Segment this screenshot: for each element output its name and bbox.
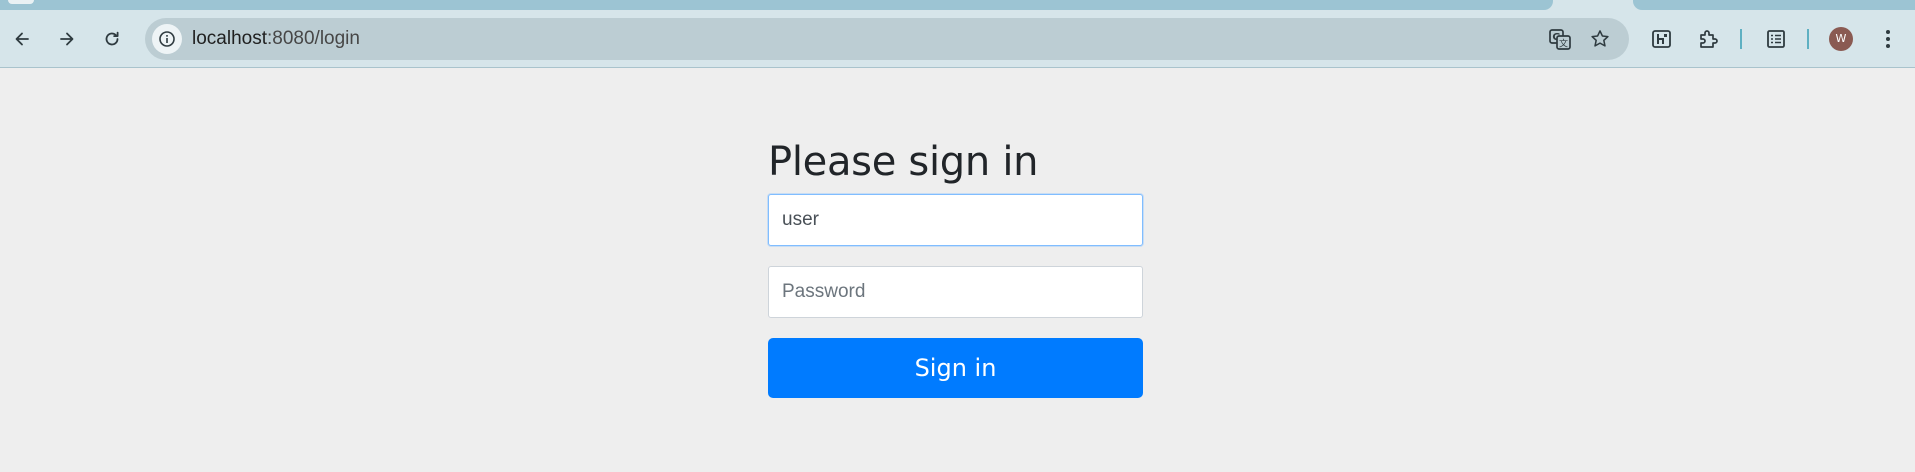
forward-arrow-icon	[60, 32, 74, 46]
svg-text:文: 文	[1559, 38, 1568, 50]
back-arrow-icon	[15, 32, 29, 46]
reload-icon	[105, 31, 119, 46]
site-info-button[interactable]	[152, 24, 182, 54]
bookmark-button[interactable]	[1588, 27, 1612, 51]
sign-in-button[interactable]: Sign in	[768, 338, 1143, 398]
translate-icon: G 文	[1549, 29, 1571, 50]
extension-h-button[interactable]	[1649, 26, 1675, 52]
info-icon	[159, 31, 175, 47]
kebab-menu-icon	[1886, 30, 1890, 48]
tab-strip	[0, 0, 1915, 10]
active-tab[interactable]	[0, 0, 1553, 10]
reading-list-icon	[1767, 30, 1785, 48]
back-button[interactable]	[6, 23, 38, 55]
address-bar[interactable]: localhost:8080/login G 文	[145, 18, 1629, 60]
toolbar-divider	[1807, 29, 1809, 49]
extension-h-icon	[1652, 30, 1671, 48]
url-text[interactable]: localhost:8080/login	[192, 29, 360, 49]
url-path: :8080/login	[267, 28, 360, 49]
password-field[interactable]	[768, 266, 1143, 318]
signin-form: Please sign in Sign in	[768, 136, 1143, 398]
reading-list-button[interactable]	[1763, 26, 1789, 52]
toolbar-divider	[1740, 29, 1742, 49]
forward-button[interactable]	[51, 23, 83, 55]
star-icon	[1591, 30, 1609, 47]
page-title: Please sign in	[768, 139, 1039, 185]
translate-button[interactable]: G 文	[1548, 27, 1572, 51]
browser-toolbar: localhost:8080/login G 文	[0, 10, 1915, 68]
username-field[interactable]	[768, 194, 1143, 246]
tab-favicon	[8, 0, 34, 4]
inactive-tab[interactable]	[1633, 0, 1915, 10]
puzzle-icon	[1700, 30, 1718, 48]
extensions-button[interactable]	[1695, 26, 1721, 52]
browser-menu-button[interactable]	[1875, 26, 1901, 52]
url-host: localhost	[192, 28, 267, 49]
reload-button[interactable]	[96, 23, 128, 55]
profile-avatar[interactable]: W	[1829, 27, 1853, 51]
